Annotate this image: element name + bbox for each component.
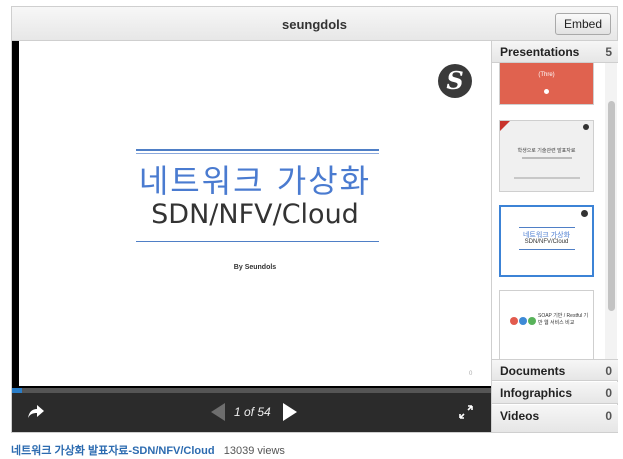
videos-label: Videos	[500, 409, 540, 423]
thumb-presentation-3-selected[interactable]: 네트워크 가상화 SDN/NFV/Cloud	[499, 205, 594, 277]
caption: 네트워크 가상화 발표자료-SDN/NFV/Cloud 13039 views	[11, 442, 285, 458]
thumb-3-rule	[519, 227, 575, 228]
page-indicator: 1 of 54	[234, 405, 271, 419]
thumb-presentation-2[interactable]: 학생으로 기술관련 발표자료	[499, 120, 594, 192]
thumb-4-dot-red	[510, 317, 518, 325]
title-bar: seungdols Embed	[12, 7, 617, 41]
slide-byline: By Seundols	[233, 264, 277, 271]
documents-label: Documents	[500, 364, 566, 378]
thumb-1-text: (Thre)	[538, 72, 555, 78]
slideshow-embed: seungdols Embed S 네트워크 가상화 SDN/NFV/Cloud…	[11, 6, 618, 433]
slide-corner-number: 0	[469, 371, 473, 377]
thumb-2-corner	[500, 121, 510, 131]
videos-count: 0	[605, 409, 612, 423]
thumb-2-logo	[583, 124, 589, 130]
previous-slide-button[interactable]	[208, 402, 228, 422]
thumb-4-dot-green	[528, 317, 536, 325]
thumb-3-rule-b	[519, 249, 575, 250]
infographics-count: 0	[605, 386, 612, 400]
thumb-4-dot-blue	[519, 317, 527, 325]
presentation-title-link[interactable]: 네트워크 가상화 발표자료-SDN/NFV/Cloud	[11, 445, 215, 457]
documents-count: 0	[605, 364, 612, 378]
presentations-label: Presentations	[500, 45, 580, 59]
thumb-presentation-1[interactable]: (Thre)	[499, 63, 594, 105]
slide-subtitle: SDN/NFV/Cloud	[151, 199, 359, 230]
thumbnail-list: (Thre) 학생으로 기술관련 발표자료 네트워크 가상화 SDN/NFV/C…	[492, 63, 618, 359]
view-count: 13039 views	[223, 445, 285, 457]
thumb-1-dot	[544, 89, 549, 94]
share-icon[interactable]	[26, 402, 46, 422]
next-slide-button[interactable]	[280, 402, 300, 422]
fullscreen-icon[interactable]	[459, 405, 473, 419]
author-title[interactable]: seungdols	[12, 17, 617, 32]
title-rule-top-thin	[136, 153, 379, 154]
thumb-2-line-b	[514, 177, 580, 179]
thumb-presentation-4[interactable]: SOAP 기반 / Restful 기반 웹 서비스 비교	[499, 290, 594, 359]
videos-header[interactable]: Videos 0	[492, 405, 618, 432]
thumbnail-scroll-thumb[interactable]	[608, 101, 615, 311]
slide-player: S 네트워크 가상화 SDN/NFV/Cloud By Seundols 0 1…	[12, 41, 491, 432]
thumb-2-text: 학생으로 기술관련 발표자료	[517, 148, 576, 154]
slide-canvas[interactable]: S 네트워크 가상화 SDN/NFV/Cloud By Seundols 0	[19, 41, 491, 386]
embed-button[interactable]: Embed	[554, 13, 611, 35]
title-rule-bottom	[136, 241, 379, 242]
thumb-2-line	[522, 157, 572, 159]
thumb-4-text: SOAP 기반 / Restful 기반 웹 서비스 비교	[538, 313, 589, 326]
player-controls: 1 of 54	[12, 393, 491, 432]
presentations-count: 5	[605, 45, 612, 59]
title-rule-top	[136, 149, 379, 151]
infographics-header[interactable]: Infographics 0	[492, 382, 618, 404]
sidebar: Presentations 5 (Thre) 학생으로 기술관련 발표자료 네트…	[491, 41, 618, 432]
thumb-3-logo	[581, 210, 588, 217]
slide-title: 네트워크 가상화	[138, 162, 372, 200]
documents-header[interactable]: Documents 0	[492, 359, 618, 381]
author-logo: S	[438, 64, 472, 98]
thumb-3-subtitle: SDN/NFV/Cloud	[524, 239, 569, 245]
infographics-label: Infographics	[500, 386, 573, 400]
presentations-header[interactable]: Presentations 5	[492, 41, 618, 63]
